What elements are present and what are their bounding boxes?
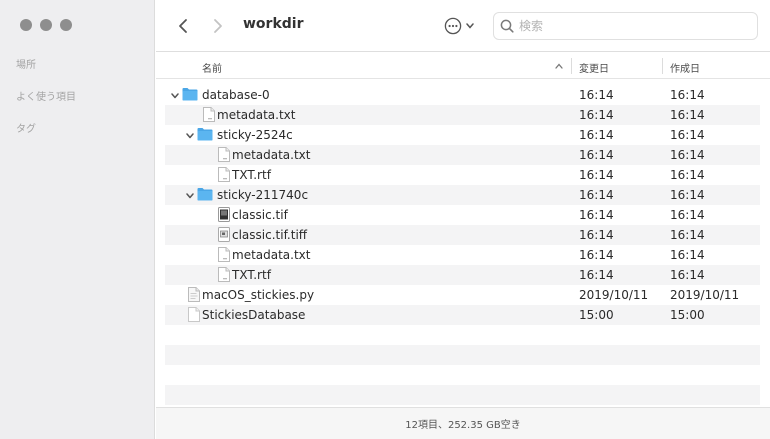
file-name: metadata.txt [232,248,311,262]
created-date: 16:14 [670,168,705,182]
empty-row [165,385,760,405]
modified-date: 16:14 [579,88,614,102]
file-name: sticky-2524c [217,128,293,142]
created-date: 16:14 [670,128,705,142]
file-name: classic.tif.tiff [232,228,308,242]
created-date: 16:14 [670,148,705,162]
file-name: metadata.txt [217,108,296,122]
toolbar: workdir [156,0,770,52]
close-window-button[interactable] [20,19,32,31]
action-menu-button[interactable] [444,16,480,36]
empty-row [165,325,760,345]
column-divider[interactable] [662,58,663,74]
window-title: workdir [243,16,304,32]
modified-date: 16:14 [579,228,614,242]
file-name: TXT.rtf [232,168,271,182]
file-name: metadata.txt [232,148,311,162]
file-name: classic.tif [232,208,288,222]
file-name: database-0 [202,88,270,102]
folder-icon [182,87,198,103]
forward-button[interactable] [207,15,229,37]
disclosure-chevron-down-icon[interactable] [170,90,180,100]
created-date: 2019/10/11 [670,288,740,302]
empty-row [165,345,760,365]
file-row[interactable]: classic.tif.tiff 16:14 16:14 [165,225,760,245]
column-divider[interactable] [571,58,572,74]
disclosure-chevron-down-icon[interactable] [185,190,195,200]
chevron-right-icon [214,19,222,33]
column-name[interactable]: 名前 [202,60,222,75]
modified-date: 16:14 [579,208,614,222]
search-field[interactable] [493,12,758,40]
back-button[interactable] [172,15,194,37]
created-date: 16:14 [670,108,705,122]
modified-date: 15:00 [579,308,614,322]
column-created[interactable]: 作成日 [670,60,700,75]
sort-ascending-icon[interactable] [554,62,564,70]
chevron-down-icon [466,23,474,29]
file-row[interactable]: metadata.txt 16:14 16:14 [165,245,760,265]
created-date: 16:14 [670,228,705,242]
ellipsis-circle-icon [444,17,462,35]
file-row[interactable]: StickiesDatabase 15:00 15:00 [165,305,760,325]
file-row[interactable]: classic.tif 16:14 16:14 [165,205,760,225]
file-row[interactable]: metadata.txt 16:14 16:14 [165,145,760,165]
sidebar-section-locations[interactable]: 場所 [16,56,36,71]
modified-date: 16:14 [579,128,614,142]
modified-date: 16:14 [579,168,614,182]
modified-date: 16:14 [579,188,614,202]
created-date: 16:14 [670,208,705,222]
created-date: 16:14 [670,188,705,202]
sidebar-section-favorites[interactable]: よく使う項目 [16,88,76,103]
folder-icon [197,127,213,143]
created-date: 16:14 [670,88,705,102]
file-name: sticky-211740c [217,188,309,202]
modified-date: 16:14 [579,148,614,162]
column-header: 名前 変更日 作成日 [156,53,770,79]
zoom-window-button[interactable] [60,19,72,31]
folder-row[interactable]: sticky-2524c 16:14 16:14 [165,125,760,145]
file-name: StickiesDatabase [202,308,306,322]
created-date: 15:00 [670,308,705,322]
modified-date: 16:14 [579,248,614,262]
disclosure-chevron-down-icon[interactable] [185,130,195,140]
file-row[interactable]: TXT.rtf 16:14 16:14 [165,265,760,285]
main-area: workdir 名前 変更日 作成日 database-016:1416:14m… [156,0,770,439]
file-name: TXT.rtf [232,268,271,282]
file-row[interactable]: metadata.txt 16:14 16:14 [165,105,760,125]
status-bar: 12項目、252.35 GB空き [156,407,770,439]
folder-icon [197,187,213,203]
search-input[interactable] [519,19,739,33]
modified-date: 2019/10/11 [579,288,649,302]
file-name: macOS_stickies.py [202,288,315,302]
window-controls [20,19,72,31]
file-row[interactable]: macOS_stickies.py 2019/10/11 2019/10/11 [165,285,760,305]
modified-date: 16:14 [579,108,614,122]
created-date: 16:14 [670,268,705,282]
created-date: 16:14 [670,248,705,262]
status-text: 12項目、252.35 GB空き [405,420,521,431]
chevron-left-icon [179,19,187,33]
search-icon [500,19,514,33]
column-modified[interactable]: 変更日 [579,60,609,75]
sidebar: 場所 よく使う項目 タグ [0,0,155,439]
minimize-window-button[interactable] [40,19,52,31]
file-list: database-0 16:14 16:14 metadata.txt 16:14 16:… [165,85,760,405]
file-row[interactable]: TXT.rtf 16:14 16:14 [165,165,760,185]
modified-date: 16:14 [579,268,614,282]
folder-row[interactable]: sticky-211740c 16:14 16:14 [165,185,760,205]
empty-row [165,365,760,385]
folder-row[interactable]: database-0 16:14 16:14 [165,85,760,105]
sidebar-section-tags[interactable]: タグ [16,120,36,135]
